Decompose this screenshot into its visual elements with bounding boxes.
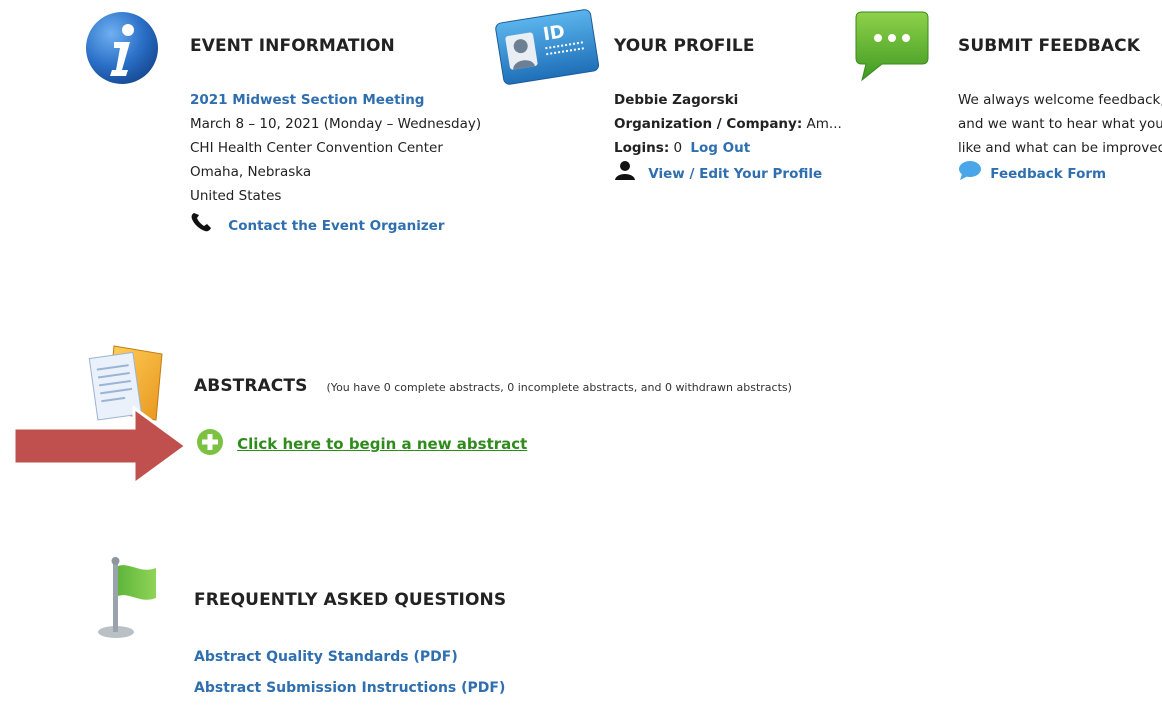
org-value: Am... — [806, 116, 842, 132]
faq-link-submission-instructions[interactable]: Abstract Submission Instructions (PDF) — [194, 680, 505, 696]
event-venue: CHI Health Center Convention Center — [190, 140, 443, 156]
feedback-form-link[interactable]: Feedback Form — [990, 166, 1106, 182]
chat-bubble-icon — [852, 8, 932, 88]
feedback-text-3: like and what can be improved. — [958, 140, 1162, 156]
event-info-icon — [84, 10, 160, 90]
user-icon — [614, 160, 636, 188]
event-city: Omaha, Nebraska — [190, 164, 312, 180]
event-info-title: EVENT INFORMATION — [190, 36, 395, 56]
flag-icon — [96, 556, 162, 646]
plus-circle-icon[interactable] — [196, 428, 224, 460]
event-country: United States — [190, 188, 282, 204]
profile-name: Debbie Zagorski — [614, 92, 739, 108]
abstracts-summary: (You have 0 complete abstracts, 0 incomp… — [326, 381, 792, 394]
logins-label: Logins: — [614, 140, 670, 156]
abstracts-title: ABSTRACTS — [194, 376, 308, 396]
edit-profile-link[interactable]: View / Edit Your Profile — [648, 166, 822, 182]
id-badge-label: ID — [542, 21, 567, 45]
contact-organizer-link[interactable]: Contact the Event Organizer — [228, 218, 444, 234]
faq-title: FREQUENTLY ASKED QUESTIONS — [194, 590, 507, 610]
org-label: Organization / Company: — [614, 116, 803, 132]
event-dates: March 8 – 10, 2021 (Monday – Wednesday) — [190, 116, 482, 132]
logout-link[interactable]: Log Out — [690, 140, 750, 156]
feedback-title: SUBMIT FEEDBACK — [958, 36, 1140, 56]
id-badge-icon: ID — [493, 6, 601, 90]
logins-value: 0 — [673, 140, 683, 156]
speech-bubble-icon — [958, 160, 982, 188]
faq-link-quality-standards[interactable]: Abstract Quality Standards (PDF) — [194, 649, 458, 665]
phone-icon — [190, 212, 214, 240]
feedback-text-2: and we want to hear what you — [958, 116, 1162, 132]
new-abstract-link[interactable]: Click here to begin a new abstract — [237, 435, 527, 453]
profile-title: YOUR PROFILE — [614, 36, 755, 56]
arrow-right-icon — [10, 404, 190, 492]
feedback-text-1: We always welcome feedback, — [958, 92, 1162, 108]
event-name-link[interactable]: 2021 Midwest Section Meeting — [190, 92, 424, 108]
